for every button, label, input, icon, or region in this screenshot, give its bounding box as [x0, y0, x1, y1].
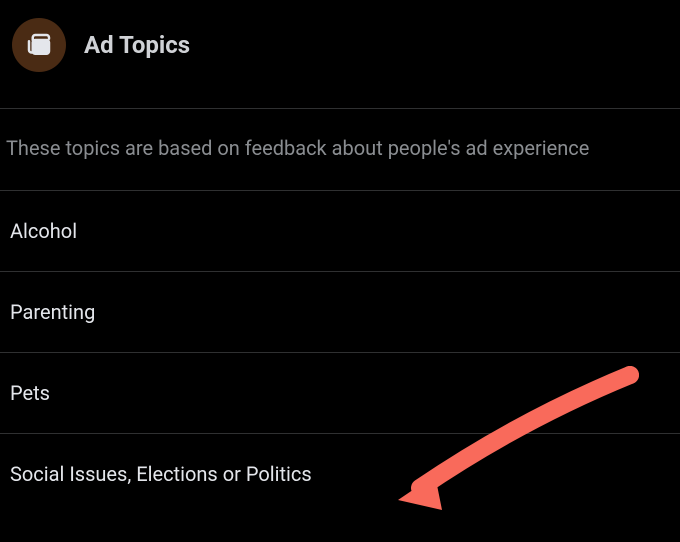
list-item[interactable]: Pets — [0, 352, 680, 433]
topics-icon — [12, 18, 66, 72]
topic-label: Pets — [10, 381, 50, 405]
description-text: These topics are based on feedback about… — [0, 109, 680, 190]
topics-list: Alcohol Parenting Pets Social Issues, El… — [0, 190, 680, 514]
list-item[interactable]: Social Issues, Elections or Politics — [0, 433, 680, 514]
topic-label: Alcohol — [10, 219, 77, 243]
topic-label: Parenting — [10, 300, 95, 324]
list-item[interactable]: Parenting — [0, 271, 680, 352]
page-title: Ad Topics — [84, 31, 190, 59]
topic-label: Social Issues, Elections or Politics — [10, 462, 312, 486]
list-item[interactable]: Alcohol — [0, 190, 680, 271]
header: Ad Topics — [0, 0, 680, 90]
